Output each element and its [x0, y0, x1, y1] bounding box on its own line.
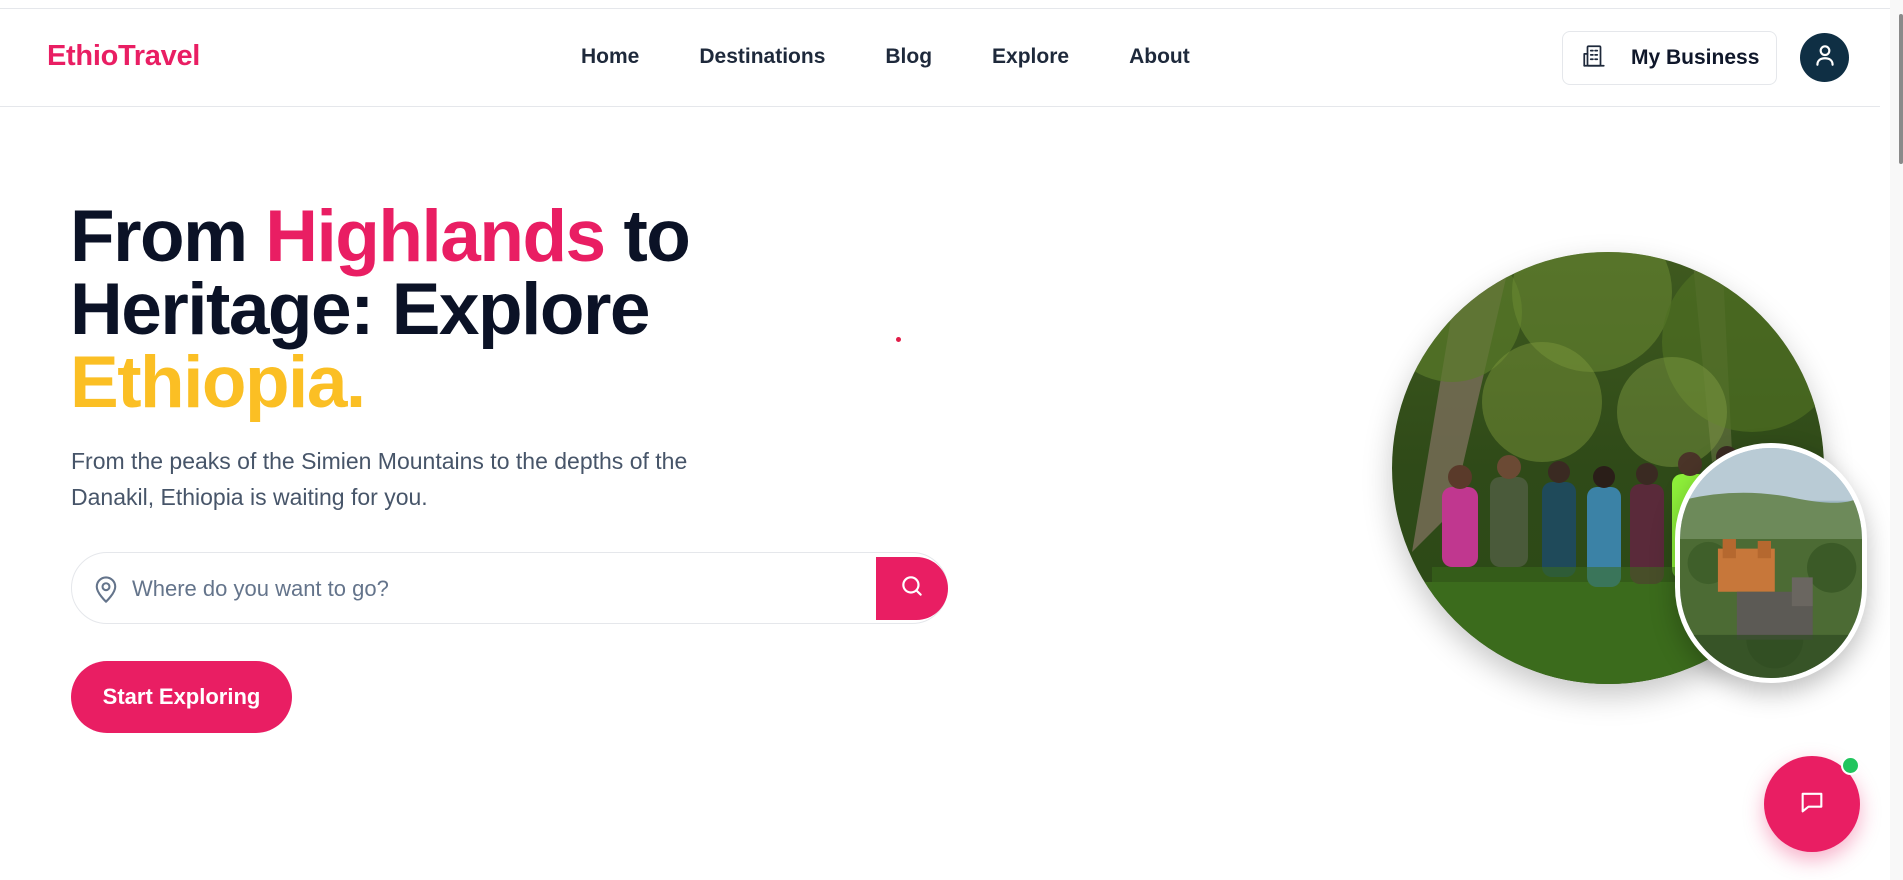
hero-title-highlight-highlands: Highlands: [265, 196, 606, 277]
my-business-button[interactable]: My Business: [1562, 31, 1777, 85]
chat-icon: [1798, 788, 1826, 821]
building-icon: [1581, 43, 1607, 74]
nav-destinations[interactable]: Destinations: [699, 45, 825, 69]
destination-search-bar: [71, 552, 948, 624]
user-avatar-button[interactable]: [1800, 33, 1849, 82]
map-pin-icon: [92, 574, 120, 604]
nav-explore[interactable]: Explore: [992, 45, 1069, 69]
my-business-label: My Business: [1631, 46, 1760, 69]
browser-top-edge: [0, 0, 1903, 9]
nav-home[interactable]: Home: [581, 45, 639, 69]
castle-photo: [1675, 443, 1867, 683]
brand-logo[interactable]: EthioTravel: [47, 40, 200, 73]
navbar: EthioTravel Home Destinations Blog Explo…: [0, 9, 1880, 107]
hero-title: From Highlands to Heritage: Explore Ethi…: [70, 200, 790, 419]
search-button[interactable]: [876, 557, 948, 620]
scrollbar-thumb[interactable]: [1899, 14, 1903, 164]
hero-title-part1: From: [70, 196, 266, 277]
online-status-dot: [1841, 756, 1860, 775]
nav-about[interactable]: About: [1129, 45, 1190, 69]
hero-subtitle: From the peaks of the Simien Mountains t…: [71, 448, 688, 510]
main-nav: Home Destinations Blog Explore About: [581, 45, 1190, 69]
search-icon: [899, 573, 925, 604]
nav-blog[interactable]: Blog: [885, 45, 932, 69]
destination-search-input[interactable]: [132, 567, 932, 611]
hero-title-highlight-ethiopia: Ethiopia.: [70, 342, 366, 423]
user-icon: [1812, 42, 1838, 73]
decorative-dot: [896, 337, 901, 342]
start-exploring-button[interactable]: Start Exploring: [71, 661, 292, 733]
